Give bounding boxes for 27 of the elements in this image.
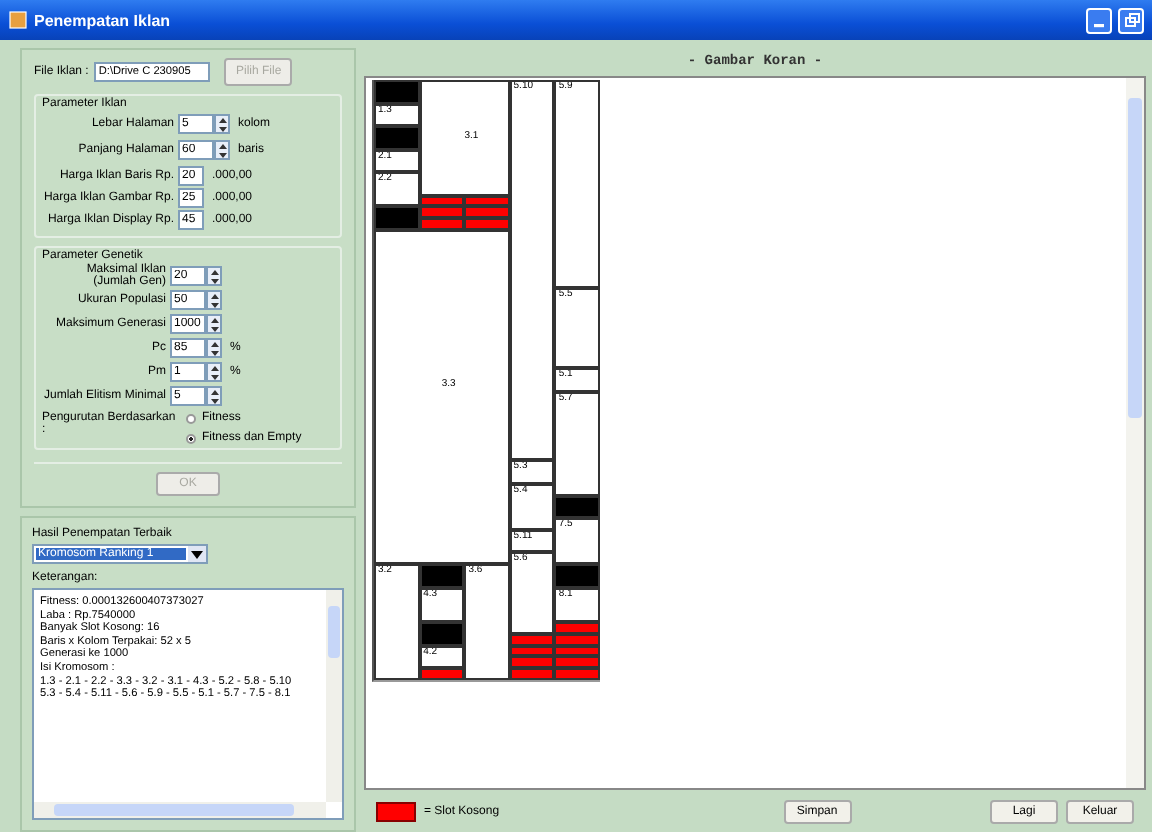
dropdown-arrow-icon [190,549,204,559]
up-down-arrows-icon [217,115,227,133]
up-down-arrows-icon [217,141,227,159]
spin-button[interactable] [206,290,222,310]
up-down-arrows-icon [209,387,219,405]
notes-text-area[interactable] [32,588,344,820]
spin-button[interactable] [206,362,222,382]
window-title: Penempatan Iklan [34,11,171,29]
vertical-scrollbar[interactable] [326,590,342,802]
spin-button[interactable] [206,386,222,406]
spin-button[interactable] [206,338,222,358]
legend-swatch [376,801,416,821]
horizontal-scrollbar[interactable] [34,802,326,818]
restore-icon [1123,12,1139,28]
up-down-arrows-icon [209,339,219,357]
vertical-scrollbar[interactable] [1126,78,1144,788]
spin-button[interactable] [214,114,230,134]
spin-button[interactable] [214,140,230,160]
spin-button[interactable] [206,266,222,286]
up-down-arrows-icon [209,267,219,285]
minimize-button[interactable] [1086,7,1112,33]
up-down-arrows-icon [209,315,219,333]
spin-button[interactable] [206,314,222,334]
up-down-arrows-icon [209,363,219,381]
app-icon [8,10,28,30]
restore-button[interactable] [1118,7,1144,33]
up-down-arrows-icon [209,291,219,309]
